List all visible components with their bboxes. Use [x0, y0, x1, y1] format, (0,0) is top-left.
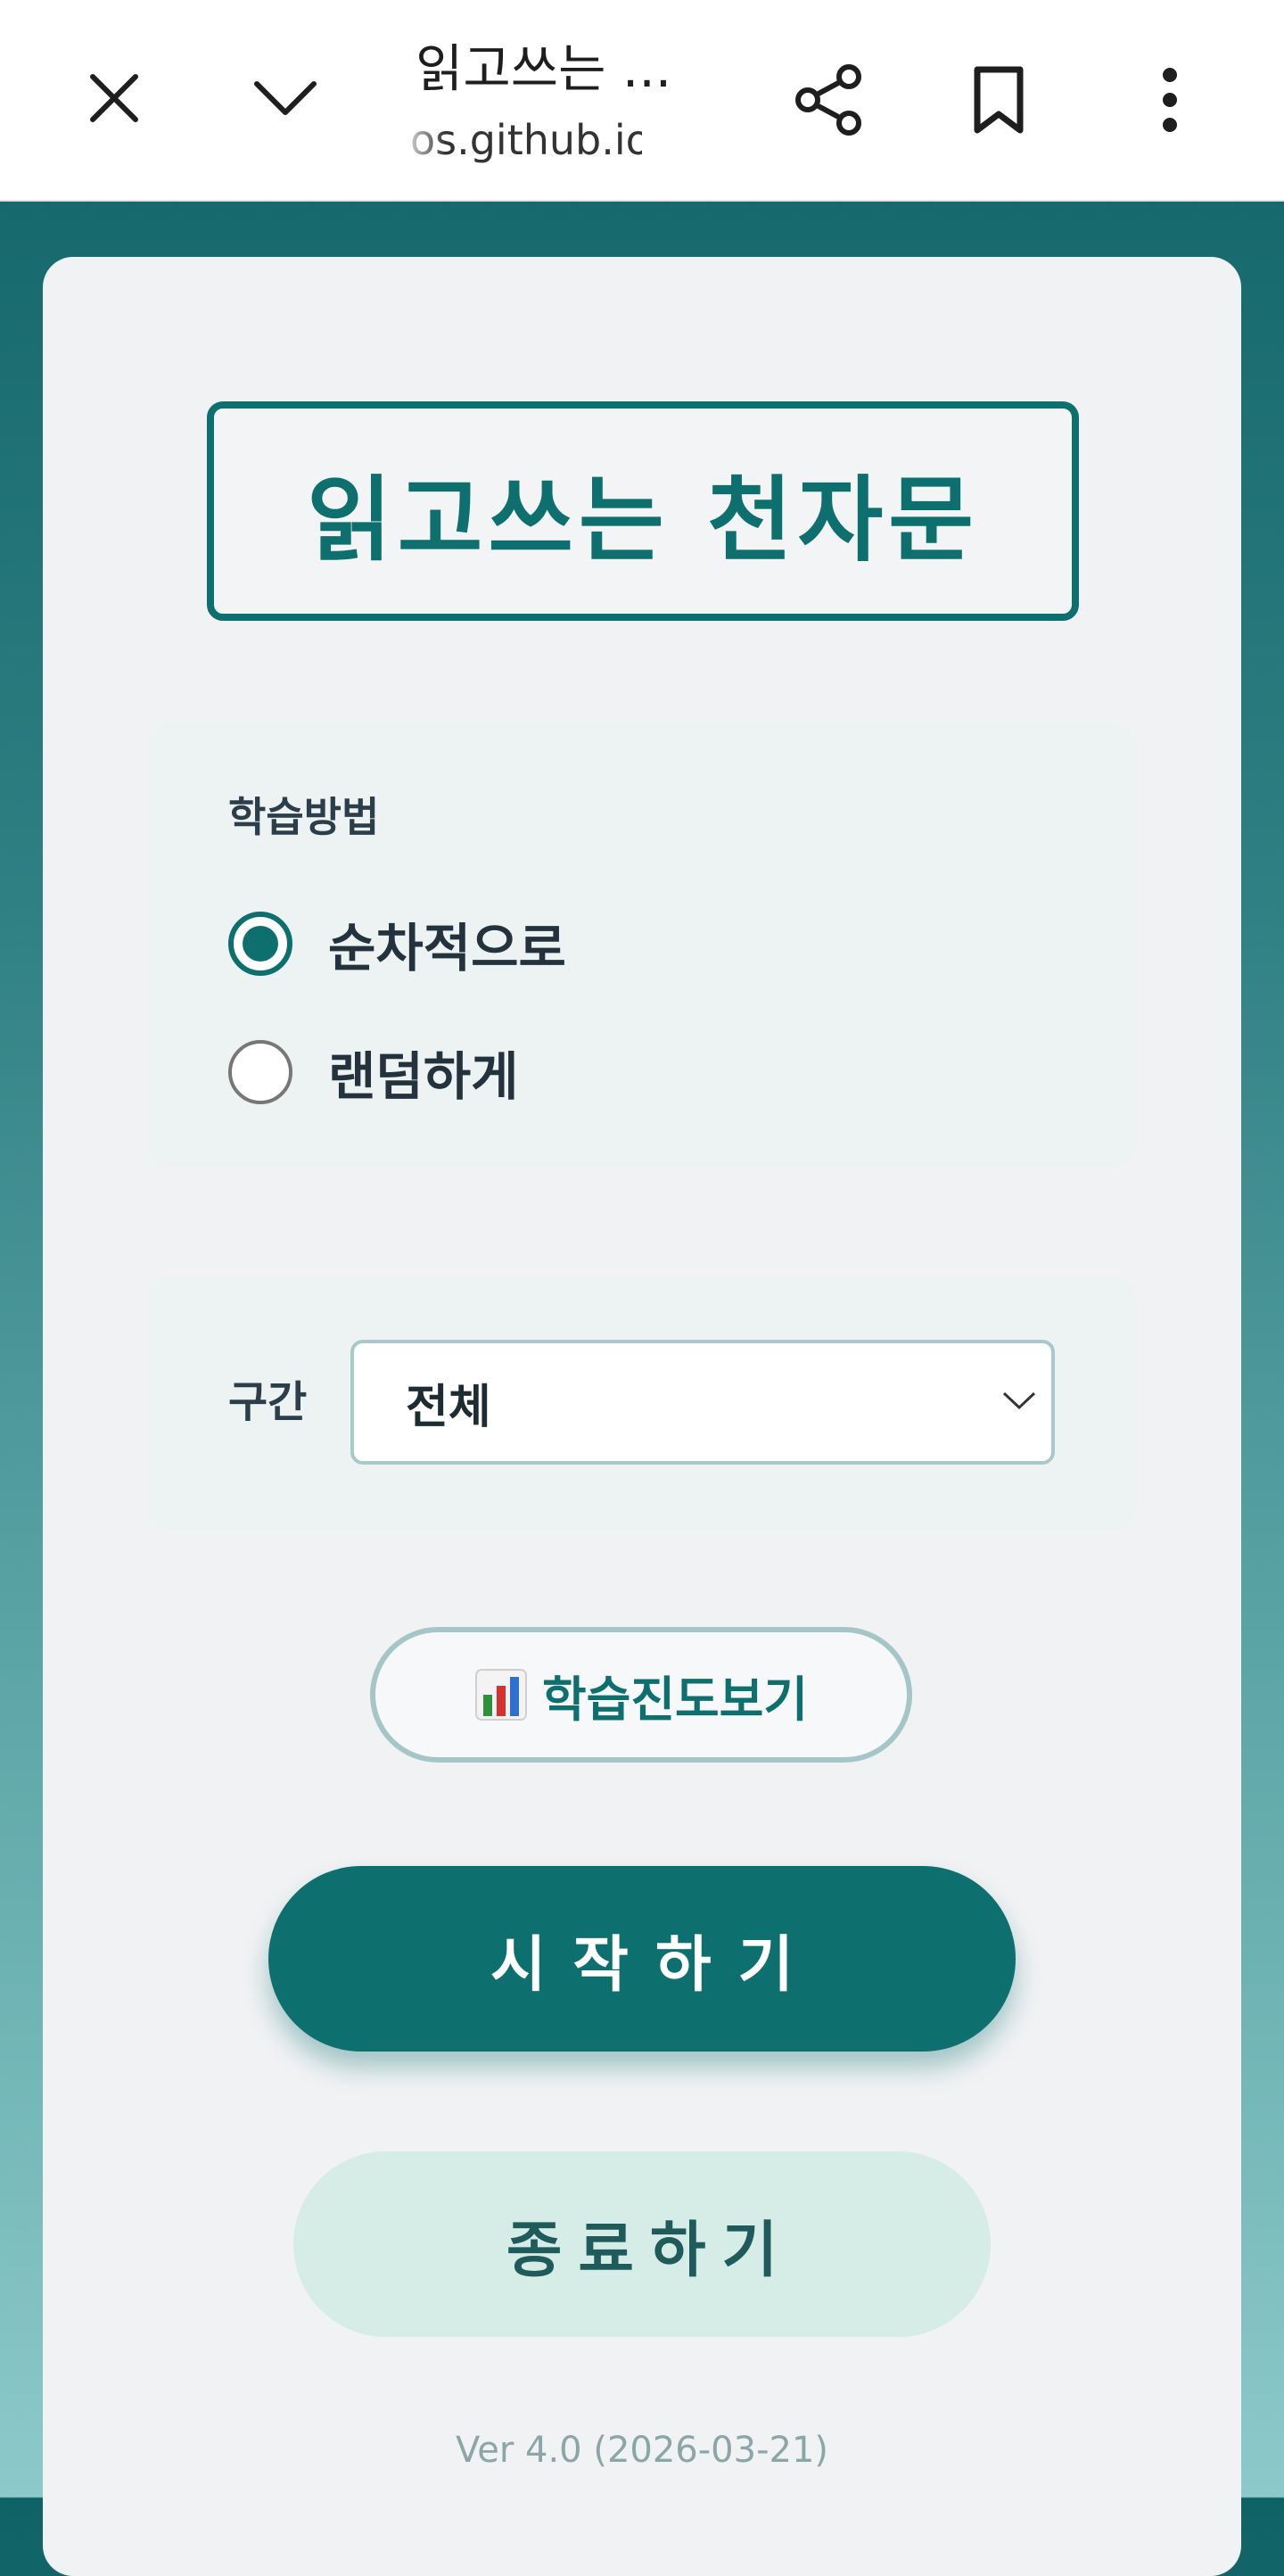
radio-button-random[interactable]: [228, 1040, 292, 1104]
radio-button-sequential[interactable]: [228, 912, 292, 976]
range-label: 구간: [228, 1377, 308, 1427]
exit-button[interactable]: 종료하기: [293, 2151, 991, 2337]
app-title: 읽고쓰는 천자문: [307, 465, 979, 574]
exit-button-label: 종료하기: [506, 2215, 794, 2286]
radio-option-sequential[interactable]: 순차적으로: [228, 906, 566, 981]
progress-button[interactable]: 학습진도보기: [370, 1627, 912, 1763]
page-url[interactable]: os.github.io: [410, 116, 642, 164]
main-card: 읽고쓰는 천자문 학습방법 순차적으로 랜덤하게 구간 전체 학습진도보기 시작…: [43, 257, 1241, 2576]
range-select[interactable]: 전체: [350, 1340, 1055, 1465]
page-title[interactable]: 읽고쓰는 ...: [416, 27, 671, 102]
chevron-down-icon: [1001, 1390, 1037, 1415]
method-label: 학습방법: [228, 793, 380, 841]
start-button-label: 시작하기: [490, 1929, 821, 2001]
chevron-down-icon[interactable]: [248, 62, 323, 134]
progress-button-label: 학습진도보기: [541, 1671, 809, 1728]
radio-label-random: 랜덤하게: [328, 1046, 519, 1107]
more-vert-icon[interactable]: [1150, 62, 1189, 137]
bookmark-icon[interactable]: [963, 61, 1034, 139]
bar-chart-icon: [474, 1668, 528, 1721]
browser-toolbar: 읽고쓰는 ... os.github.io: [0, 0, 1284, 202]
share-icon[interactable]: [788, 59, 870, 141]
radio-option-random[interactable]: 랜덤하게: [228, 1035, 518, 1110]
start-button[interactable]: 시작하기: [268, 1866, 1016, 2052]
radio-label-sequential: 순차적으로: [328, 918, 566, 978]
version-text: Ver 4.0 (2026-03-21): [455, 2430, 829, 2471]
range-select-value: 전체: [406, 1380, 491, 1434]
app-title-box: 읽고쓰는 천자문: [207, 401, 1079, 621]
close-icon[interactable]: [78, 62, 150, 134]
